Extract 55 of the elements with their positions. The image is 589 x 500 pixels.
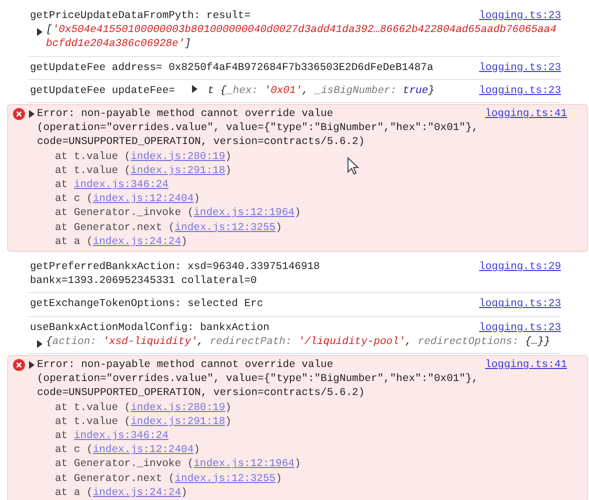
source-link[interactable]: logging.ts:41	[485, 358, 567, 372]
stack-link[interactable]: index.js:12:1964	[194, 207, 294, 220]
object-preview[interactable]: ['0x504e41550100000003b801000000040d0027d3add41da392…86662b422804ad65aadb76065aa4bcfdd1e204a386c06928e']	[46, 23, 561, 52]
stack-link[interactable]: index.js:24:24	[92, 236, 182, 248]
stack-link[interactable]: index.js:291:18	[130, 416, 226, 428]
stack-frame: at c (index.js:12:2404)	[28, 192, 200, 206]
stack-frame: at Generator._invoke (index.js:12:1964)	[28, 457, 301, 472]
stack-frame: at t.value (index.js:291:18)	[28, 414, 232, 430]
stack-link[interactable]: index.js:280:19	[130, 402, 226, 414]
error-icon	[13, 359, 25, 372]
expand-triangle-icon[interactable]	[28, 110, 35, 118]
log-message: getUpdateFee updateFee=	[30, 84, 175, 97]
stack-frame: at index.js:346:24	[28, 178, 168, 192]
stack-link[interactable]: index.js:12:2404	[92, 444, 194, 456]
stack-link[interactable]: index.js:12:3255	[174, 472, 276, 485]
stack-link[interactable]: index.js:12:2404	[92, 193, 194, 206]
object-preview[interactable]: {action: 'xsd-liquidity', redirectPath: '/liquidity-pool', redirectOptions: {…}}	[46, 334, 550, 350]
stack-frame: at t.value (index.js:280:19)	[28, 150, 232, 164]
error-text: Error: non-payable method cannot override value (operation="overrides.value", value={"type":"BigNumber","hex":"0x01"}, code=UNSUPPORTED_OPERATION, version=contracts/5.6.2)	[37, 358, 480, 401]
stack-frame: at c (index.js:12:2404)	[28, 443, 200, 458]
stack-link[interactable]: index.js:291:18	[130, 164, 226, 177]
stack-link[interactable]: index.js:280:19	[130, 150, 226, 163]
stack-frame: at index.js:346:24	[28, 429, 168, 444]
stack-frame: at t.value (index.js:280:19)	[28, 400, 232, 415]
source-link[interactable]: logging.ts:29	[479, 260, 561, 274]
stack-link[interactable]: index.js:346:24	[74, 179, 168, 192]
source-link[interactable]: logging.ts:41	[485, 107, 567, 122]
source-link[interactable]: logging.ts:23	[479, 320, 561, 335]
stack-frame: at a (index.js:24:24)	[28, 486, 188, 500]
stack-frame: at Generator.next (index.js:12:3255)	[28, 472, 282, 486]
source-link[interactable]: logging.ts:23	[479, 60, 561, 75]
expand-triangle-icon[interactable]	[36, 28, 43, 36]
error-icon	[13, 108, 25, 120]
source-link[interactable]: logging.ts:23	[479, 84, 561, 98]
expand-triangle-icon[interactable]	[36, 340, 43, 348]
stack-link[interactable]: index.js:346:24	[74, 430, 168, 442]
log-message: getUpdateFee address= 0x8250f4aF4B972684F7b336503E2D6dFeDeB1487a	[30, 62, 434, 74]
source-link[interactable]: logging.ts:23	[479, 297, 561, 312]
stack-frame: at t.value (index.js:291:18)	[28, 164, 232, 178]
log-message: getPreferredBankxAction: xsd=96340.33975146918 bankx=1393.206952345331 collateral=0	[30, 261, 320, 288]
log-message: useBankxActionModalConfig: bankxAction	[30, 322, 270, 334]
error-text: Error: non-payable method cannot override value (operation="overrides.value", value={"type":"BigNumber","hex":"0x01"}, code=UNSUPPORTED_OPERATION, version=contracts/5.6.2)	[37, 107, 480, 150]
stack-frame: at a (index.js:24:24)	[28, 234, 188, 250]
source-link[interactable]: logging.ts:23	[479, 9, 561, 24]
stack-link[interactable]: index.js:24:24	[92, 486, 182, 499]
log-message: getExchangeTokenOptions: selected Erc	[30, 298, 264, 310]
mouse-pointer-icon	[347, 157, 359, 175]
expand-triangle-icon[interactable]	[28, 361, 35, 370]
stack-frame: at Generator.next (index.js:12:3255)	[28, 220, 282, 235]
expand-triangle-icon[interactable]	[191, 84, 198, 93]
object-preview[interactable]: t {_hex: '0x01', _isBigNumber: true}	[208, 84, 434, 97]
log-message: getPriceUpdateDataFromPyth: result=	[30, 10, 251, 22]
stack-frame: at Generator._invoke (index.js:12:1964)	[28, 206, 301, 221]
stack-link[interactable]: index.js:12:1964	[194, 458, 294, 470]
stack-link[interactable]: index.js:12:3255	[174, 222, 276, 234]
